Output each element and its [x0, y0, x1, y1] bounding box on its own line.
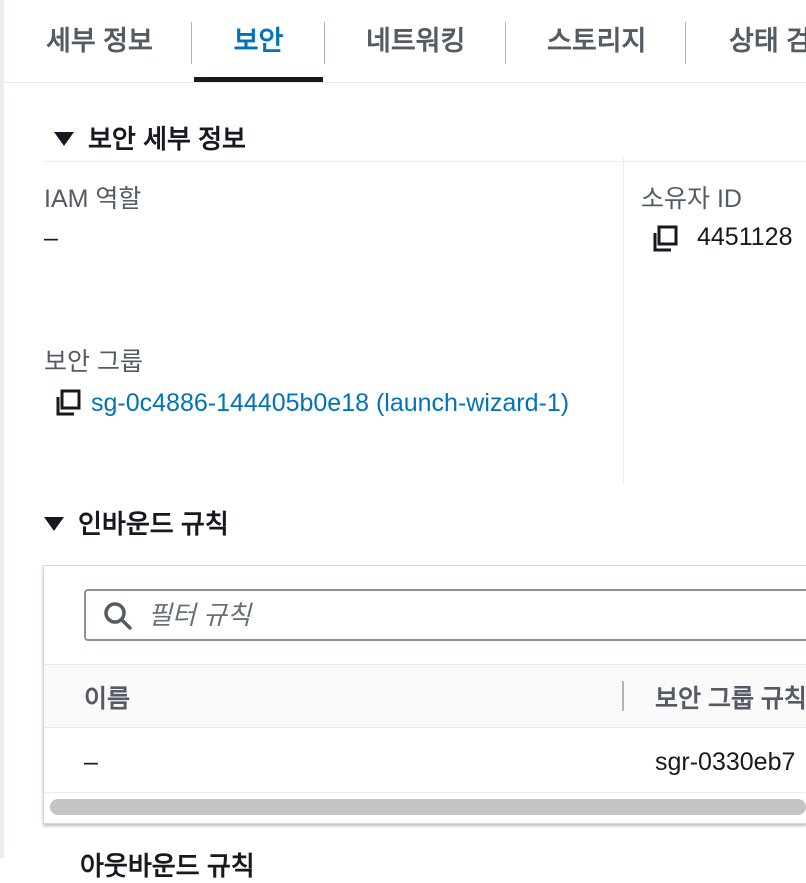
tab-details[interactable]: 세부 정보	[46, 0, 153, 82]
filter-search-box[interactable]	[84, 589, 806, 641]
tab-security-label: 보안	[233, 26, 284, 56]
security-group-link[interactable]: sg-0c4886-144405b0e18 (launch-wizard-1)	[44, 382, 604, 424]
copy-icon[interactable]	[650, 224, 680, 254]
inbound-rules-toggle[interactable]: 인바운드 규칙	[44, 504, 229, 541]
row-name-cell: –	[84, 748, 98, 776]
owner-id-label: 소유자 ID	[641, 185, 742, 213]
tab-separator	[505, 22, 506, 64]
security-details-heading: 보안 세부 정보	[88, 124, 246, 154]
caret-down-icon	[44, 517, 64, 532]
outbound-rules-heading[interactable]: 아웃바운드 규칙	[80, 846, 255, 883]
owner-id-value: 4451128	[697, 223, 793, 251]
tab-separator	[685, 22, 686, 64]
divider	[44, 161, 806, 162]
row-rule-id-cell[interactable]: sgr-0330eb7	[655, 748, 795, 777]
horizontal-scrollbar[interactable]	[50, 799, 806, 815]
filter-rules-input[interactable]	[148, 591, 748, 639]
column-header-name[interactable]: 이름	[84, 679, 130, 715]
security-details-toggle[interactable]: 보안 세부 정보	[54, 119, 246, 156]
iam-role-value: –	[44, 224, 58, 252]
column-resize-handle[interactable]	[622, 681, 624, 711]
tab-storage[interactable]: 스토리지	[547, 0, 646, 82]
tab-security[interactable]: 보안	[194, 0, 323, 82]
security-groups-label: 보안 그룹	[44, 348, 143, 376]
tab-status-checks[interactable]: 상태 검사	[729, 0, 806, 82]
inbound-rules-heading: 인바운드 규칙	[78, 509, 229, 539]
tab-networking[interactable]: 네트워킹	[366, 0, 465, 82]
caret-down-icon	[54, 132, 74, 147]
tab-separator	[191, 22, 192, 64]
tab-separator	[324, 22, 325, 64]
row-divider	[44, 792, 806, 793]
column-header-security-group-rule[interactable]: 보안 그룹 규칙	[655, 679, 806, 715]
table-header: 이름 보안 그룹 규칙	[44, 664, 806, 728]
tab-bar: 세부 정보 보안 네트워킹 스토리지 상태 검사	[4, 0, 806, 83]
active-tab-indicator	[194, 77, 323, 82]
left-frame-border	[0, 0, 4, 858]
column-divider	[623, 157, 624, 484]
iam-role-label: IAM 역할	[44, 185, 142, 213]
search-icon	[104, 602, 132, 630]
